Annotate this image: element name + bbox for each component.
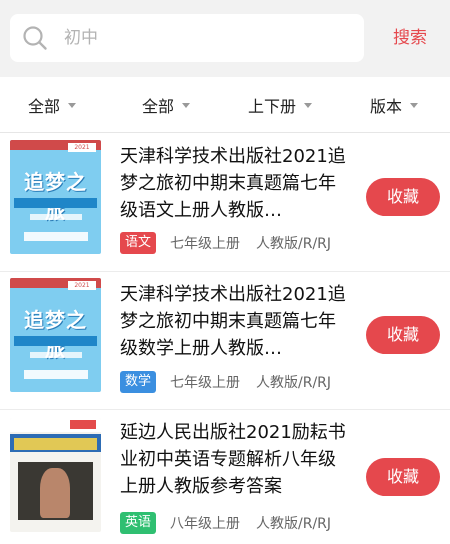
book-meta: 数学 七年级上册 人教版/R/RJ: [120, 370, 331, 394]
list-item[interactable]: 延边人民出版社2021励耘书业初中英语专题解析八年级上册人教版参考答案 收藏 英…: [0, 410, 450, 544]
subject-tag: 语文: [120, 232, 157, 254]
cover-title: 追梦之旅: [24, 170, 87, 223]
book-cover[interactable]: 2021 追梦之旅: [10, 278, 101, 392]
cover-line: [30, 214, 82, 220]
grade-label: 七年级上册: [170, 236, 241, 252]
search-input[interactable]: [64, 24, 344, 52]
book-title[interactable]: 延边人民出版社2021励耘书业初中英语专题解析八年级上册人教版参考答案: [120, 419, 352, 500]
cover-title: [14, 438, 97, 450]
filter-grade[interactable]: 全部: [28, 77, 77, 133]
edition-label: 人教版/R/RJ: [256, 516, 332, 532]
favorite-button[interactable]: 收藏: [366, 316, 440, 354]
search-box[interactable]: [10, 14, 364, 62]
search-button[interactable]: 搜索: [380, 22, 440, 54]
chevron-down-icon: [410, 102, 419, 108]
list-item[interactable]: 2021 追梦之旅 天津科学技术出版社2021追梦之旅初中期末真题篇七年级数学上…: [0, 272, 450, 410]
filter-subject[interactable]: 全部: [142, 77, 191, 133]
filter-volume[interactable]: 上下册: [248, 77, 313, 133]
book-meta: 英语 八年级上册 人教版/R/RJ: [120, 511, 331, 535]
cover-subtitle-box: [24, 370, 88, 379]
book-cover[interactable]: [10, 418, 101, 532]
cover-badge: 2021: [68, 143, 96, 152]
filter-bar: 全部 全部 上下册 版本: [0, 77, 450, 133]
subject-tag: 数学: [120, 371, 157, 393]
filter-edition-label: 版本: [370, 97, 403, 116]
cover-photo-figure: [40, 468, 70, 518]
cover-badge: 2021: [68, 281, 96, 290]
filter-volume-label: 上下册: [248, 97, 297, 116]
cover-line: [30, 352, 82, 358]
book-title[interactable]: 天津科学技术出版社2021追梦之旅初中期末真题篇七年级语文上册人教版…: [120, 143, 352, 224]
filter-edition[interactable]: 版本: [370, 77, 419, 133]
book-title[interactable]: 天津科学技术出版社2021追梦之旅初中期末真题篇七年级数学上册人教版…: [120, 281, 352, 362]
book-cover[interactable]: 2021 追梦之旅: [10, 140, 101, 254]
filter-subject-label: 全部: [142, 97, 175, 116]
chevron-down-icon: [68, 102, 77, 108]
cover-badge: [70, 420, 96, 429]
cover-band: [14, 198, 97, 208]
cover-title: 追梦之旅: [24, 308, 87, 361]
search-bar: 搜索: [0, 0, 450, 77]
list-item[interactable]: 2021 追梦之旅 天津科学技术出版社2021追梦之旅初中期末真题篇七年级语文上…: [0, 134, 450, 272]
chevron-down-icon: [182, 102, 191, 108]
edition-label: 人教版/R/RJ: [256, 236, 332, 252]
cover-subtitle-box: [24, 232, 88, 241]
search-icon: [23, 26, 47, 50]
cover-band: [14, 336, 97, 346]
filter-grade-label: 全部: [28, 97, 61, 116]
grade-label: 七年级上册: [170, 375, 241, 391]
chevron-down-icon: [304, 102, 313, 108]
edition-label: 人教版/R/RJ: [256, 375, 332, 391]
subject-tag: 英语: [120, 512, 157, 534]
favorite-button[interactable]: 收藏: [366, 178, 440, 216]
book-meta: 语文 七年级上册 人教版/R/RJ: [120, 231, 331, 255]
favorite-button[interactable]: 收藏: [366, 458, 440, 496]
grade-label: 八年级上册: [170, 516, 241, 532]
